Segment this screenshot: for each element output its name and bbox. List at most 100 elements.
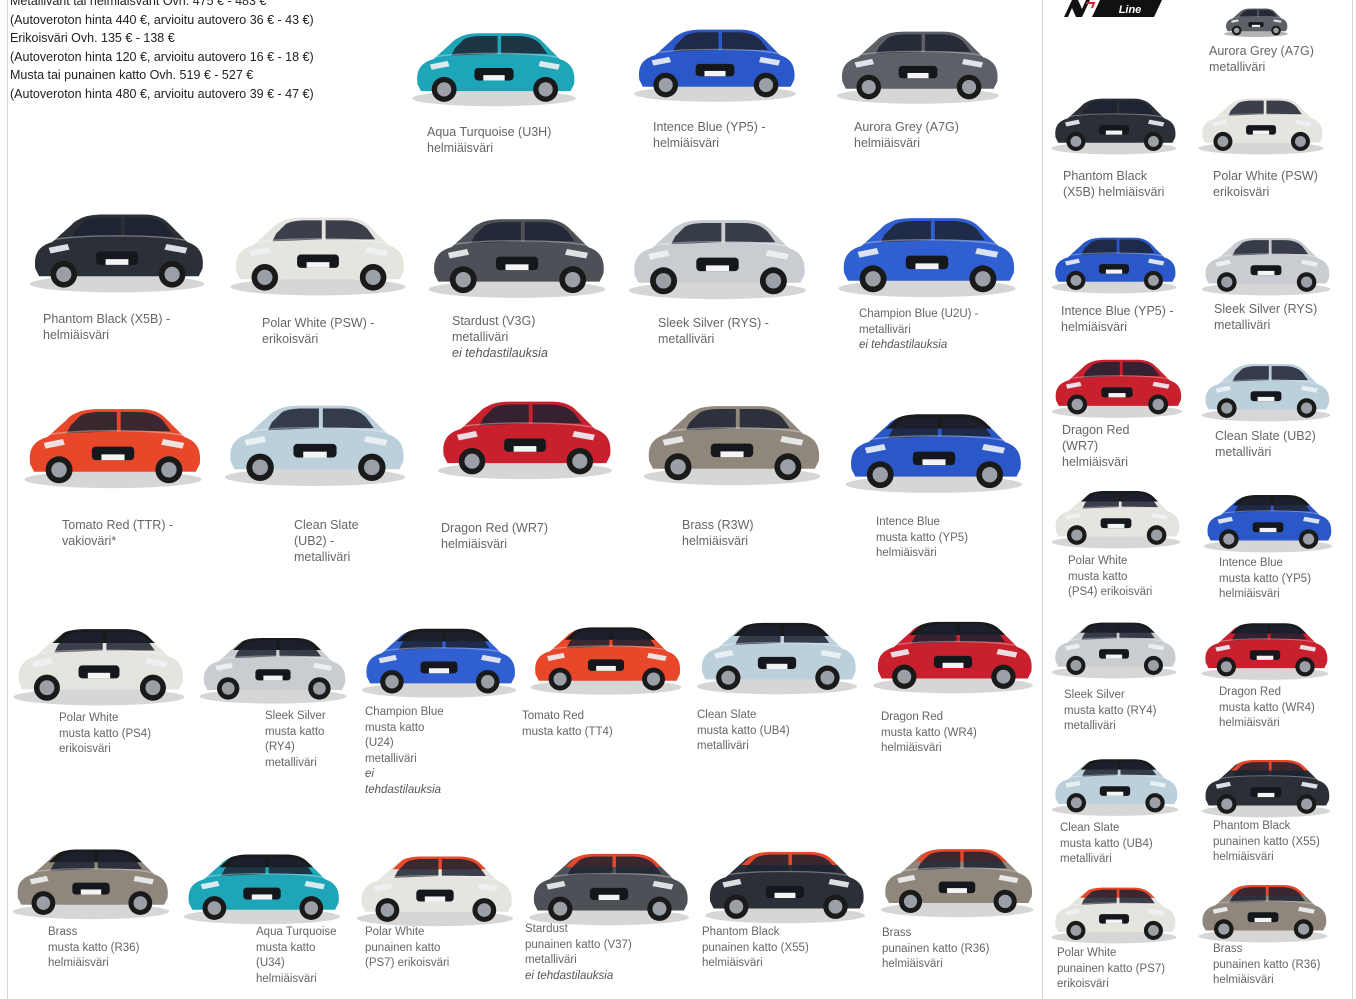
car-color-caption: Aqua Turquoise musta katto (U34) helmiäi… (256, 925, 356, 987)
car-color-caption: Phantom Black punainen katto (X55) helmi… (1213, 819, 1356, 866)
car-color-label: Sleek Silver musta katto (RY4) metallivä… (1064, 689, 1157, 732)
car-color-label: Sleek Silver (RYS) - metalliväri (658, 316, 769, 346)
car-image (1046, 218, 1182, 298)
car-color-caption: Clean Slate musta katto (UB4) metallivär… (1060, 821, 1210, 868)
nline-divider (1042, 0, 1043, 999)
car-image (1046, 80, 1182, 158)
car-color-label: Polar White musta katto (PS4) erikoisvär… (1068, 555, 1153, 598)
car-color-label: Clean Slate (UB2) - metalliväri (294, 518, 359, 564)
car-color-caption: Tomato Red (TTR) - vakioväri* (62, 517, 237, 549)
car-color-label: Dragon Red musta katto (WR4) helmiäisvär… (1219, 686, 1315, 729)
car-color-label: Brass musta katto (R36) helmiäisväri (48, 926, 140, 969)
car-image (627, 4, 803, 108)
car-image (1196, 740, 1336, 822)
n-line-logo: Line (1060, 0, 1164, 17)
car-color-label: Brass (R3W) helmiäisväri (682, 518, 754, 548)
no-factory-orders-note: ei tehdastilauksia (365, 768, 442, 796)
car-image (177, 830, 347, 930)
car-color-caption: Sleek Silver musta katto (RY4) metallivä… (1064, 688, 1214, 735)
car-image (223, 193, 413, 299)
car-image (1196, 344, 1336, 426)
car-color-caption: Dragon Red (WR7) helmiäisväri (1062, 422, 1162, 470)
car-image (1046, 340, 1188, 422)
car-image (405, 8, 583, 112)
car-color-caption: Polar White punainen katto (PS7) erikois… (365, 925, 515, 972)
car-color-label: Sleek Silver (RYS) metalliväri (1214, 302, 1318, 332)
car-color-label: Clean Slate musta katto (UB4) metallivär… (1060, 822, 1153, 865)
car-image (6, 604, 192, 710)
car-color-label: Intence Blue (YP5) - helmiäisväri (653, 120, 766, 150)
car-color-caption: Polar White punainen katto (PS7) erikois… (1057, 946, 1207, 993)
car-color-label: Phantom Black punainen katto (X55) helmi… (1213, 820, 1320, 863)
car-color-caption: Aurora Grey (A7G) helmiäisväri (854, 119, 1024, 151)
car-color-caption: Polar White (PSW) erikoisväri (1213, 168, 1356, 200)
car-image (1188, 0, 1324, 38)
car-color-label: Polar White (PSW) - erikoisväri (262, 316, 375, 346)
car-color-label: Champion Blue musta katto (U24) metalliv… (365, 706, 444, 765)
car-color-caption: Intence Blue (YP5) - helmiäisväri (653, 119, 823, 151)
no-factory-orders-note: ei tehdastilauksia (452, 346, 548, 360)
car-color-caption: Stardust punainen katto (V37) metallivär… (525, 922, 695, 984)
car-image (690, 596, 864, 702)
car-color-label: Dragon Red (WR7) helmiäisväri (1062, 423, 1130, 469)
n-line-logo-text: Line (1119, 4, 1142, 16)
car-image (838, 388, 1030, 498)
car-color-caption: Brass musta katto (R36) helmiäisväri (48, 925, 208, 972)
car-color-caption: Brass punainen katto (R36) helmiäisväri (1213, 942, 1356, 989)
car-image (1046, 740, 1184, 820)
car-image (634, 382, 830, 488)
price-line: Erikoisväri Ovh. 135 € - 138 € (10, 31, 175, 45)
car-color-caption: Intence Blue musta katto (YP5) helmiäisv… (876, 515, 1046, 562)
car-color-label: Phantom Black (X5B) - helmiäisväri (43, 312, 171, 342)
car-image (14, 385, 212, 491)
car-color-label: Intence Blue musta katto (YP5) helmiäisv… (1219, 557, 1312, 600)
car-image (620, 196, 815, 302)
price-line: (Autoveroton hinta 480 €, arvioitu autov… (10, 86, 314, 101)
car-image (866, 594, 1040, 702)
car-image (1198, 476, 1338, 556)
car-color-caption: Aqua Turquoise (U3H) helmiäisväri (427, 124, 597, 156)
car-color-caption: Brass punainen katto (R36) helmiäisväri (882, 926, 1032, 973)
car-color-label: Intence Blue musta katto (YP5) helmiäisv… (876, 516, 969, 559)
car-image (1196, 218, 1336, 300)
price-info: Metallivärit tai helmiäisvärit Ovh. 475 … (10, 0, 390, 103)
car-color-caption: Aurora Grey (A7G) metalliväri (1209, 43, 1356, 75)
car-color-label: Aqua Turquoise musta katto (U34) helmiäi… (256, 926, 337, 985)
car-color-caption: Polar White musta katto (PS4) erikoisvär… (59, 711, 229, 758)
car-color-label: Dragon Red musta katto (WR4) helmiäisvär… (881, 711, 977, 754)
car-color-caption: Phantom Black punainen katto (X55) helmi… (702, 925, 872, 972)
car-image (1196, 604, 1334, 684)
no-factory-orders-note: ei tehdastilauksia (859, 339, 948, 351)
car-color-caption: Clean Slate (UB2) metalliväri (1215, 428, 1356, 460)
car-color-caption: Champion Blue musta katto (U24) metalliv… (365, 705, 475, 798)
car-image (421, 194, 613, 302)
car-color-caption: Sleek Silver (RYS) metalliväri (1214, 301, 1356, 333)
car-color-label: Polar White punainen katto (PS7) erikois… (365, 926, 450, 969)
car-color-caption: Phantom Black (X5B) helmiäisväri (1063, 168, 1213, 200)
car-color-caption: Clean Slate (UB2) - metalliväri (294, 517, 414, 565)
price-line: Metallivärit tai helmiäisvärit Ovh. 475 … (10, 0, 267, 8)
car-color-label: Dragon Red (WR7) helmiäisväri (441, 521, 548, 551)
car-color-label: Stardust punainen katto (V37) metallivär… (525, 923, 632, 966)
car-image (698, 826, 872, 930)
price-line: (Autoveroton hinta 440 €, arvioitu autov… (10, 12, 314, 27)
car-color-label: Clean Slate musta katto (UB4) metallivär… (697, 709, 790, 752)
car-color-label: Aqua Turquoise (U3H) helmiäisväri (427, 125, 552, 155)
car-image (1193, 80, 1329, 158)
car-color-label: Clean Slate (UB2) metalliväri (1215, 429, 1316, 459)
price-line: (Autoveroton hinta 120 €, arvioitu autov… (10, 49, 314, 64)
car-color-caption: Intence Blue (YP5) - helmiäisväri (1061, 303, 1211, 335)
car-image (1193, 866, 1333, 946)
car-image (524, 600, 688, 704)
car-color-label: Brass punainen katto (R36) helmiäisväri (1213, 943, 1321, 986)
car-color-caption: Dragon Red musta katto (WR4) helmiäisvär… (1219, 685, 1356, 732)
car-color-caption: Tomato Red musta katto (TT4) (522, 709, 672, 740)
car-image (828, 194, 1026, 300)
car-color-label: Polar White punainen katto (PS7) erikois… (1057, 947, 1166, 990)
car-image (6, 822, 176, 928)
car-color-caption: Polar White (PSW) - erikoisväri (262, 315, 437, 347)
car-image (22, 188, 212, 298)
car-image (874, 822, 1040, 926)
car-color-caption: Phantom Black (X5B) - helmiäisväri (43, 311, 218, 343)
car-color-label: Polar White musta katto (PS4) erikoisvär… (59, 712, 152, 755)
